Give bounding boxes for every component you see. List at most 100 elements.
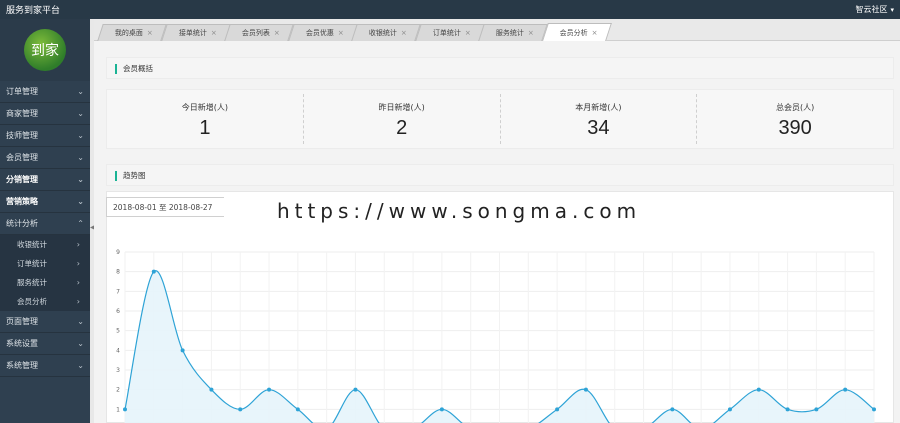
close-icon[interactable]: ×: [591, 29, 597, 37]
tab[interactable]: 订单统计 ×: [414, 24, 485, 41]
sidebar-item[interactable]: 商家管理 ⌄: [0, 103, 90, 125]
logo: 到家: [24, 29, 66, 71]
chevron-up-icon: ⌃: [77, 219, 84, 228]
chevron-down-icon: ⌄: [77, 87, 84, 96]
tab[interactable]: 服务统计 ×: [478, 24, 548, 41]
sidebar-item-label: 分销管理: [6, 175, 38, 184]
data-point[interactable]: [814, 407, 819, 412]
y-tick-label: 7: [116, 288, 120, 295]
data-point[interactable]: [756, 387, 761, 392]
data-point[interactable]: [843, 387, 848, 392]
data-point[interactable]: [209, 387, 214, 392]
app-title: 服务到家平台: [6, 6, 61, 16]
close-icon[interactable]: ×: [401, 29, 407, 37]
tab-label: 会员优惠: [305, 29, 334, 37]
sidebar-item-label: 系统设置: [6, 339, 38, 348]
sidebar-item[interactable]: 技师管理 ⌄: [0, 125, 90, 147]
data-point[interactable]: [123, 407, 127, 412]
logo-text: 到家: [31, 43, 59, 59]
chevron-down-icon: ⌄: [77, 197, 84, 206]
close-icon[interactable]: ×: [147, 29, 153, 37]
sidebar-item[interactable]: 营销策略 ⌄: [0, 191, 90, 213]
sidebar-item-label: 会员管理: [6, 153, 38, 162]
sidebar-subitem[interactable]: 订单统计 ›: [0, 254, 90, 273]
tab[interactable]: 会员分析 ×: [541, 23, 612, 41]
chevron-down-icon: ⌄: [77, 361, 84, 370]
chevron-right-icon: ›: [76, 259, 80, 268]
y-tick-label: 6: [116, 308, 120, 315]
close-icon[interactable]: ×: [528, 29, 534, 37]
top-bar: 服务到家平台 智云社区 ▾: [0, 0, 900, 19]
tab-bar: 我的桌面 × 接单统计 × 会员列表 × 会员优惠 × 收银统计 × 订单统计 × 服务统计 × 会员分析 ×: [94, 19, 900, 41]
data-point[interactable]: [727, 407, 732, 412]
sidebar-subitem[interactable]: 会员分析 ›: [0, 292, 90, 311]
chevron-down-icon: ⌄: [77, 175, 84, 184]
sidebar-subitem[interactable]: 服务统计 ›: [0, 273, 90, 292]
tab[interactable]: 收银统计 ×: [351, 24, 421, 41]
data-point[interactable]: [583, 387, 588, 392]
user-menu[interactable]: 智云社区 ▾: [855, 4, 894, 15]
data-point[interactable]: [555, 407, 560, 412]
data-point[interactable]: [785, 407, 790, 412]
close-icon[interactable]: ×: [210, 29, 216, 37]
sidebar-item-label: 商家管理: [6, 109, 38, 118]
data-point[interactable]: [439, 407, 444, 412]
tab-label: 服务统计: [495, 29, 524, 37]
y-tick-label: 8: [116, 269, 120, 276]
sidebar-item[interactable]: 系统设置 ⌄: [0, 333, 90, 355]
sidebar-item[interactable]: 订单管理 ⌄: [0, 81, 90, 103]
sidebar-item[interactable]: 统计分析 ⌃: [0, 213, 90, 235]
y-tick-label: 4: [116, 347, 120, 354]
chevron-down-icon: ▾: [890, 5, 894, 14]
tab-label: 收银统计: [368, 29, 397, 37]
y-tick-label: 5: [116, 328, 120, 335]
tab[interactable]: 我的桌面 ×: [97, 24, 167, 41]
data-point[interactable]: [670, 407, 675, 412]
sidebar-subitem-label: 订单统计: [17, 259, 47, 268]
sidebar-item-label: 统计分析: [6, 219, 38, 228]
chevron-down-icon: ⌄: [77, 109, 84, 118]
tab[interactable]: 会员列表 ×: [224, 24, 294, 41]
data-point[interactable]: [151, 269, 156, 274]
chevron-down-icon: ⌄: [77, 317, 84, 326]
close-icon[interactable]: ×: [464, 29, 470, 37]
y-tick-label: 3: [116, 367, 120, 374]
chevron-down-icon: ⌄: [77, 131, 84, 140]
chevron-right-icon: ›: [76, 297, 80, 306]
y-tick-label: 1: [116, 406, 120, 413]
chevron-right-icon: ›: [76, 278, 80, 287]
chevron-down-icon: ⌄: [77, 153, 84, 162]
data-point[interactable]: [267, 387, 272, 392]
sidebar-item-label: 技师管理: [6, 131, 38, 140]
data-point[interactable]: [238, 407, 243, 412]
data-point[interactable]: [295, 407, 300, 412]
data-point[interactable]: [353, 387, 358, 392]
sidebar-item-label: 系统管理: [6, 361, 38, 370]
sidebar-item-label: 页面管理: [6, 317, 38, 326]
chevron-down-icon: ⌄: [77, 339, 84, 348]
sidebar-subitem-label: 收银统计: [17, 240, 47, 249]
tab-label: 接单统计: [178, 29, 207, 37]
sidebar-item-label: 订单管理: [6, 87, 38, 96]
sidebar-subitem[interactable]: 收银统计 ›: [0, 235, 90, 254]
tab-label: 订单统计: [432, 29, 461, 37]
data-point[interactable]: [872, 407, 876, 412]
y-tick-label: 9: [116, 249, 120, 256]
sidebar-item[interactable]: 分销管理 ⌄: [0, 169, 90, 191]
trend-chart: 0123456789: [116, 249, 876, 423]
sidebar-subitem-label: 会员分析: [17, 297, 47, 306]
tab[interactable]: 接单统计 ×: [160, 24, 231, 41]
tab-label: 我的桌面: [114, 29, 143, 37]
sidebar-item[interactable]: 页面管理 ⌄: [0, 311, 90, 333]
user-name: 智云社区: [855, 5, 888, 14]
sidebar: 到家 订单管理 ⌄ 商家管理 ⌄ 技师管理 ⌄ 会员管理 ⌄ 分销管理 ⌄ 营销策略 ⌄ 统计分析 ⌃ 收…: [0, 19, 90, 423]
close-icon[interactable]: ×: [337, 29, 343, 37]
sidebar-item-label: 营销策略: [6, 197, 38, 206]
data-point[interactable]: [180, 348, 185, 353]
close-icon[interactable]: ×: [274, 29, 280, 37]
sidebar-item[interactable]: 系统管理 ⌄: [0, 355, 90, 377]
tab-label: 会员列表: [241, 29, 270, 37]
sidebar-item[interactable]: 会员管理 ⌄: [0, 147, 90, 169]
sidebar-subitem-label: 服务统计: [17, 278, 47, 287]
tab[interactable]: 会员优惠 ×: [287, 24, 358, 41]
